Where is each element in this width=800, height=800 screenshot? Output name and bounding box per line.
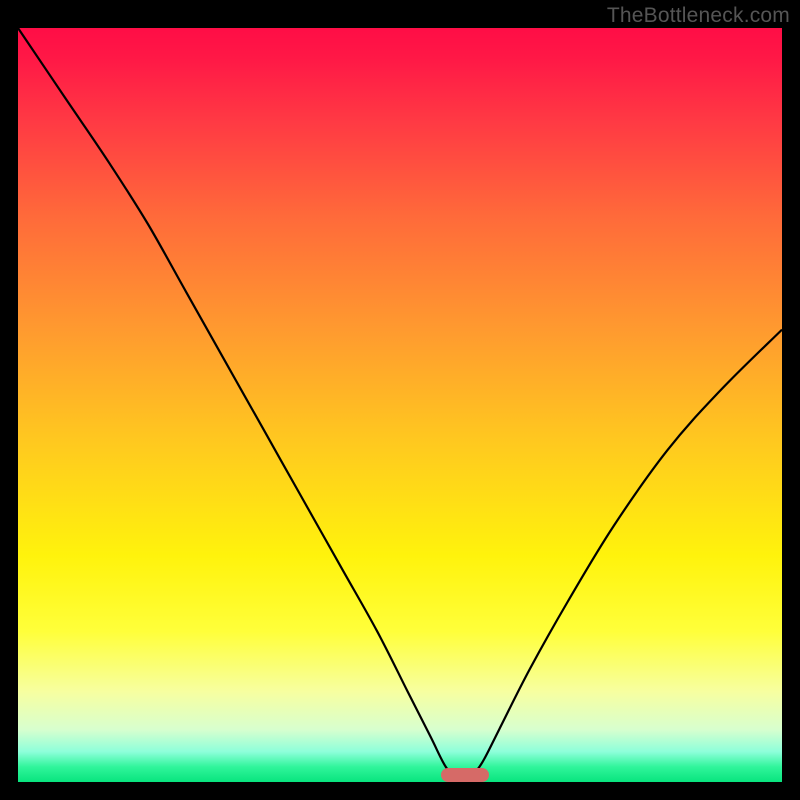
curve-path [18, 28, 782, 780]
plot-area [18, 28, 782, 782]
watermark-text: TheBottleneck.com [607, 4, 790, 28]
chart-frame: TheBottleneck.com [0, 0, 800, 800]
bottleneck-curve [18, 28, 782, 782]
optimal-marker [441, 768, 489, 782]
